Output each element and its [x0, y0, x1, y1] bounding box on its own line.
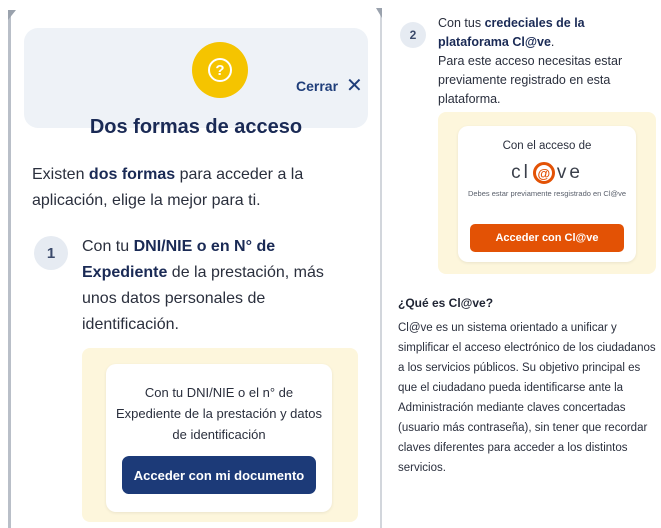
clave-at-icon: @	[532, 162, 555, 184]
intro-bold: dos formas	[88, 166, 176, 183]
left-panel: ? Cerrar ✕ Dos formas de acceso Existen …	[0, 0, 380, 528]
clave-info-text: Cl@ve es un sistema orientado a unificar…	[398, 322, 656, 474]
step-2-requirement: Para este acceso necesitas estar previam…	[438, 54, 623, 106]
panel-divider	[380, 8, 382, 528]
modal-title: Dos formas de acceso	[89, 116, 303, 138]
clave-card-label: Con el acceso de	[502, 140, 592, 152]
step-2-badge: 2	[400, 22, 426, 48]
step-1-badge: 1	[34, 236, 68, 270]
step-2-part2: .	[550, 35, 555, 49]
step-1-description: Con tu DNI/NIE o en N° de Expediente de …	[82, 234, 352, 338]
step-2-part1: Con tus	[438, 16, 485, 30]
close-label: Cerrar	[296, 78, 339, 94]
clave-access-card: Con el acceso de cl @ ve Debes estar pre…	[458, 126, 636, 262]
access-with-clave-button[interactable]: Acceder con Cl@ve	[470, 224, 624, 252]
access-with-document-button[interactable]: Acceder con mi documento	[122, 456, 316, 494]
clave-logo-right: ve	[556, 162, 583, 183]
intro-text: Existen dos formas para acceder a la apl…	[32, 162, 352, 214]
document-access-panel: Con tu DNI/NIE o el n° de Expediente de …	[82, 348, 358, 522]
panel-corner-marker	[8, 10, 16, 20]
divider-corner-marker	[376, 8, 382, 18]
access-modal-header: ? Cerrar ✕ Dos formas de acceso	[24, 28, 368, 138]
step-1-part1: Con tu	[82, 238, 134, 255]
clave-access-panel: Con el acceso de cl @ ve Debes estar pre…	[438, 112, 656, 274]
document-access-text: Con tu DNI/NIE o el n° de Expediente de …	[116, 385, 322, 442]
document-access-card: Con tu DNI/NIE o el n° de Expediente de …	[106, 364, 332, 512]
step-2-description: Con tus credeciales de la plataforama Cl…	[438, 14, 648, 109]
help-icon: ?	[192, 42, 248, 98]
scroll-edge	[8, 10, 11, 528]
clave-info-title: ¿Qué es Cl@ve?	[398, 296, 494, 310]
clave-logo: cl @ ve	[458, 160, 636, 186]
intro-part1: Existen	[32, 166, 89, 183]
clave-logo-left: cl	[511, 162, 531, 183]
close-icon: ✕	[346, 75, 363, 97]
clave-registration-note: Debes estar previamente resgistrado en C…	[467, 189, 627, 198]
question-mark-icon: ?	[208, 58, 232, 82]
close-button[interactable]: Cerrar ✕	[296, 76, 363, 96]
